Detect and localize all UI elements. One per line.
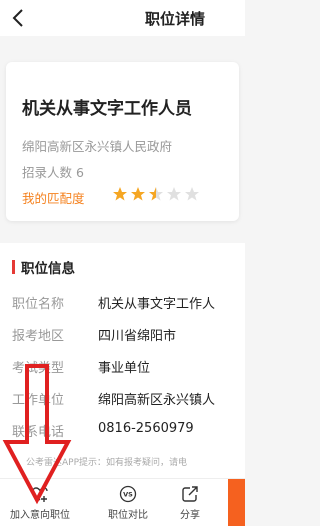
info-value[interactable]: 0816-2560979: [98, 421, 194, 440]
info-row-position-name: 职位名称 机关从事文字工作人: [12, 293, 215, 312]
match-label: 我的匹配度: [22, 191, 85, 206]
info-key: 考试类型: [12, 361, 65, 376]
share-label: 分享: [180, 510, 200, 521]
info-value: 绵阳高新区永兴镇人: [98, 393, 216, 408]
info-value: 事业单位: [98, 361, 151, 376]
match-rating-stars: [112, 186, 200, 202]
apply-button[interactable]: [228, 479, 245, 526]
info-row-work-unit: 工作单位 绵阳高新区永兴镇人: [12, 389, 215, 408]
share-button[interactable]: 分享: [180, 485, 200, 521]
recruit-count: 招录人数 6: [22, 165, 84, 180]
info-value: 四川省绵阳市: [98, 329, 177, 344]
back-button[interactable]: [10, 8, 26, 28]
vs-icon: VS: [119, 485, 137, 503]
info-key: 工作单位: [12, 393, 65, 408]
star-icon: [113, 187, 127, 201]
bottom-action-bar: 加入意向职位 VS 职位对比 分享: [0, 478, 245, 526]
compare-button[interactable]: VS 职位对比: [108, 485, 148, 521]
job-summary-card: 机关从事文字工作人员 绵阳高新区永兴镇人民政府 招录人数 6 我的匹配度: [6, 62, 239, 221]
employer-name: 绵阳高新区永兴镇人民政府: [22, 139, 173, 154]
info-key: 联系电话: [12, 425, 65, 440]
job-title: 机关从事文字工作人员: [22, 99, 192, 119]
heart-plus-icon: [32, 487, 48, 502]
add-intent-label: 加入意向职位: [10, 510, 70, 521]
star-icon: [131, 187, 145, 201]
star-icon: [167, 187, 181, 201]
position-info-section: 职位信息 职位名称 机关从事文字工作人 报考地区 四川省绵阳市 考试类型 事业单…: [0, 243, 245, 478]
section-title-text: 职位信息: [21, 261, 75, 277]
star-icon: [185, 187, 199, 201]
section-title: 职位信息: [12, 257, 75, 277]
svg-text:VS: VS: [123, 491, 133, 499]
compare-label: 职位对比: [108, 510, 148, 521]
info-row-phone: 联系电话 0816-2560979: [12, 421, 194, 440]
info-value: 机关从事文字工作人: [98, 297, 216, 312]
info-key: 报考地区: [12, 329, 65, 344]
top-header: 职位详情: [0, 0, 245, 36]
share-icon: [182, 486, 198, 502]
info-key: 职位名称: [12, 297, 65, 312]
star-icon: [149, 187, 163, 201]
add-intent-button[interactable]: 加入意向职位: [10, 485, 70, 521]
info-row-region: 报考地区 四川省绵阳市: [12, 325, 176, 344]
section-accent-bar: [12, 260, 15, 274]
info-row-exam-type: 考试类型 事业单位: [12, 357, 150, 376]
page-title: 职位详情: [145, 10, 206, 28]
chevron-left-icon: [12, 9, 23, 27]
app-tip-text: 公考雷达APP提示：如有报考疑问，请电: [26, 458, 188, 468]
